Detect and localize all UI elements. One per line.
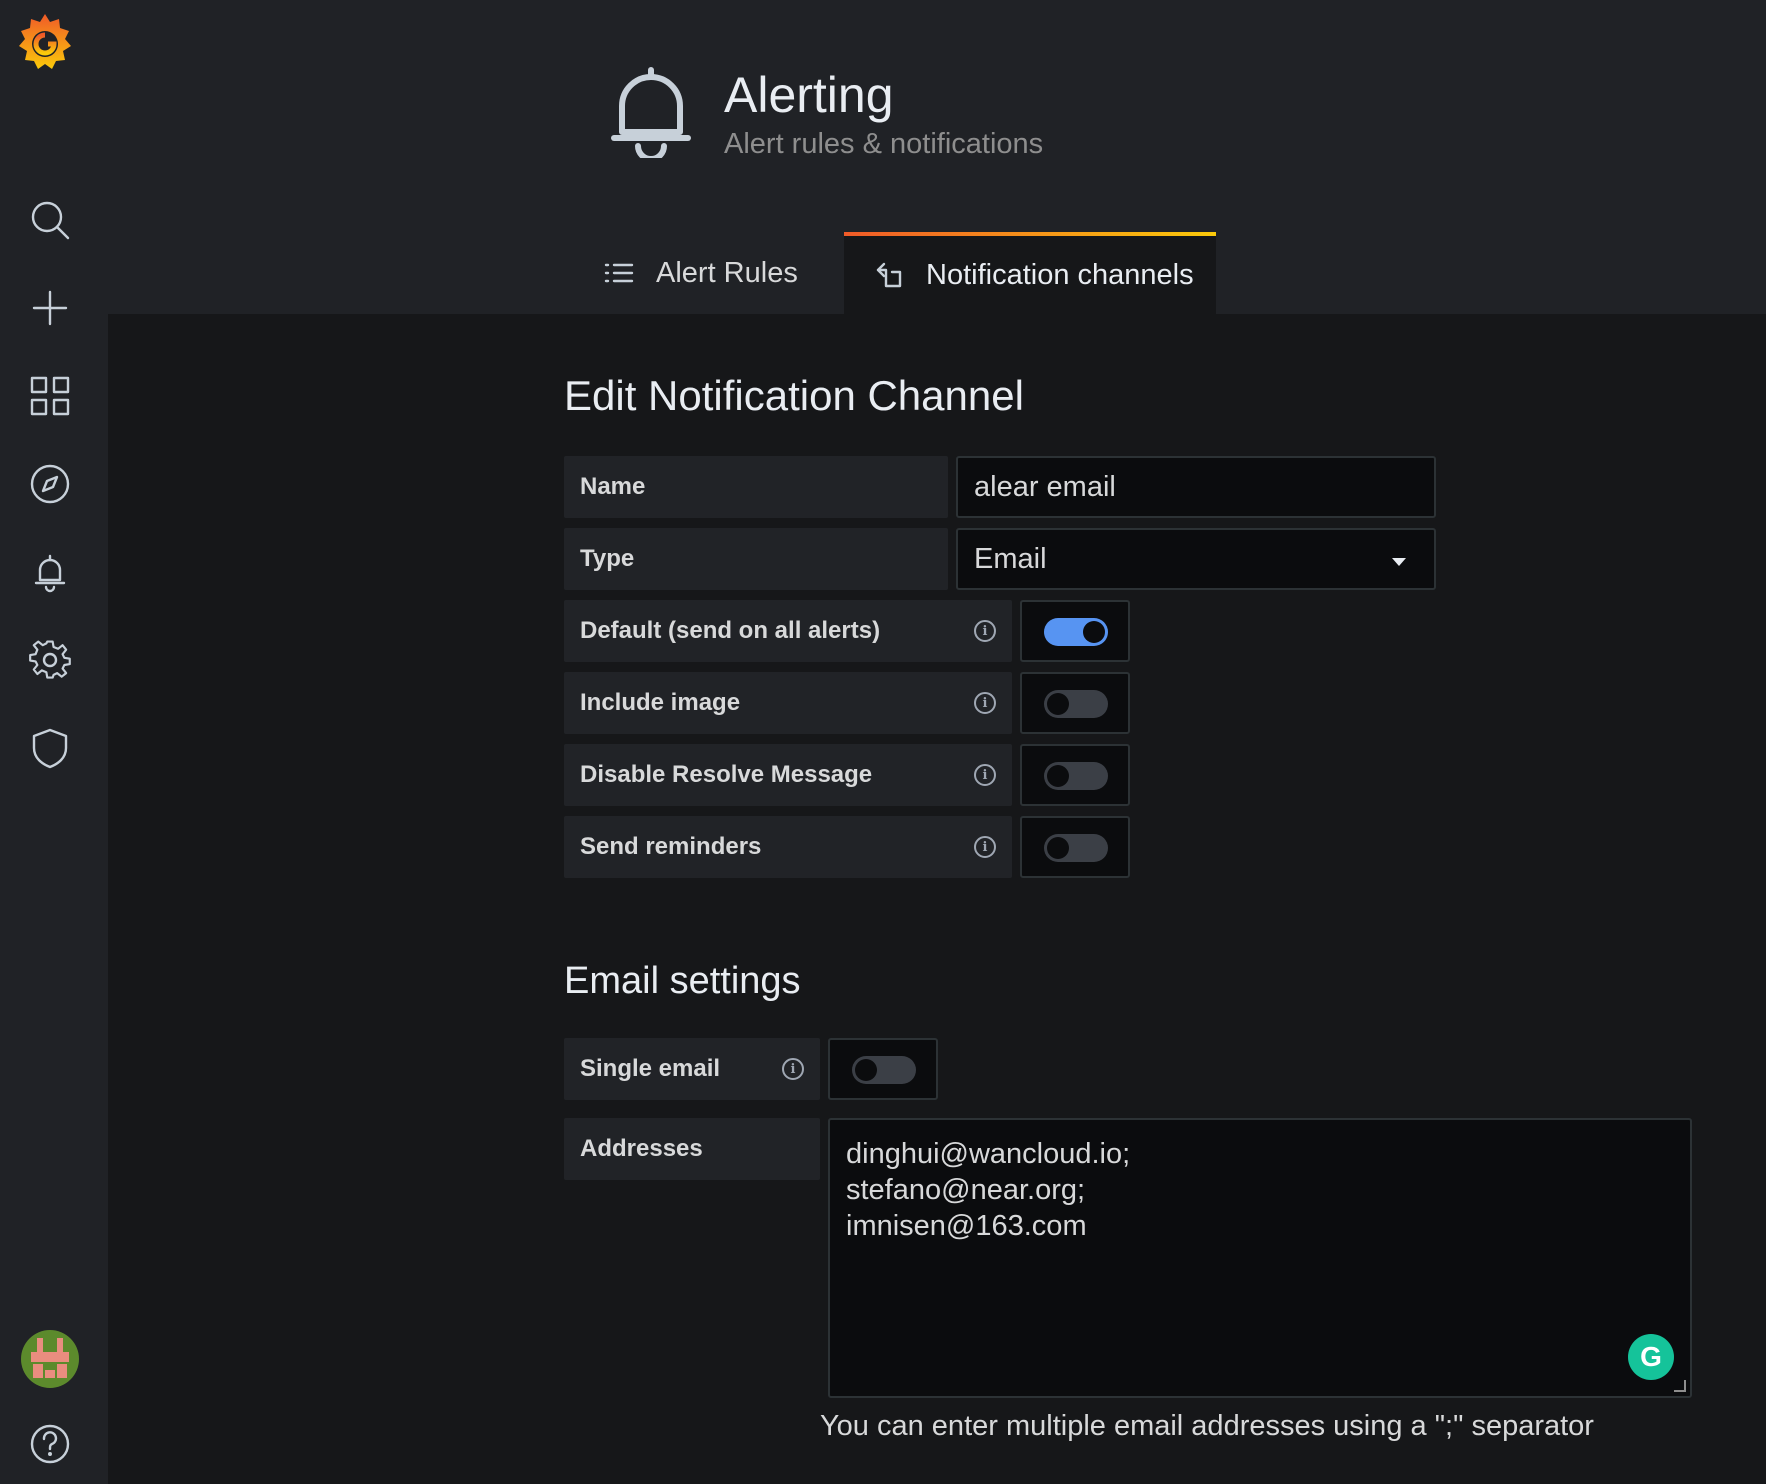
include-image-label: Include image i <box>564 672 1012 734</box>
bell-icon[interactable] <box>26 548 74 596</box>
plus-icon[interactable] <box>26 284 74 332</box>
gear-icon[interactable] <box>26 636 74 684</box>
grammarly-icon[interactable]: G <box>1628 1334 1674 1380</box>
page-title: Alerting <box>724 67 894 123</box>
default-toggle[interactable] <box>1020 600 1130 662</box>
list-icon <box>604 263 634 283</box>
type-select[interactable]: Email <box>956 528 1436 590</box>
tab-notification-channels[interactable]: Notification channels <box>844 232 1216 314</box>
tab-alert-rules[interactable]: Alert Rules <box>596 232 798 314</box>
page-header: Alerting Alert rules & notifications Ale… <box>108 0 1766 314</box>
default-label: Default (send on all alerts) i <box>564 600 1012 662</box>
avatar[interactable] <box>21 1330 79 1388</box>
email-settings-title: Email settings <box>564 960 801 1002</box>
info-icon[interactable]: i <box>974 764 996 786</box>
search-icon[interactable] <box>26 196 74 244</box>
form-title: Edit Notification Channel <box>564 372 1024 419</box>
toggle-label: Default (send on all alerts) <box>580 617 881 644</box>
info-icon[interactable]: i <box>782 1058 804 1080</box>
page-subtitle: Alert rules & notifications <box>724 128 1044 160</box>
caret-down-icon <box>1392 558 1406 566</box>
single-email-label: Single email i <box>564 1038 820 1100</box>
resize-handle[interactable] <box>1674 1380 1686 1392</box>
address-line: dinghui@wancloud.io; <box>846 1138 1131 1170</box>
toggle-label: Disable Resolve Message <box>580 761 873 788</box>
send-reminders-label: Send reminders i <box>564 816 1012 878</box>
disable-resolve-label: Disable Resolve Message i <box>564 744 1012 806</box>
single-email-toggle[interactable] <box>828 1038 938 1100</box>
address-line: stefano@near.org; <box>846 1174 1086 1206</box>
info-icon[interactable]: i <box>974 692 996 714</box>
info-icon[interactable]: i <box>974 836 996 858</box>
addresses-textarea[interactable]: dinghui@wancloud.io; stefano@near.org; i… <box>828 1118 1692 1398</box>
addresses-helper-text: You can enter multiple email addresses u… <box>820 1410 1594 1442</box>
toggle-label: Single email <box>580 1055 721 1082</box>
address-line: imnisen@163.com <box>846 1210 1087 1242</box>
name-input[interactable]: alear email <box>956 456 1436 518</box>
dashboards-icon[interactable] <box>26 372 74 420</box>
info-icon[interactable]: i <box>974 620 996 642</box>
name-label: Name <box>564 456 948 518</box>
send-reminders-toggle[interactable] <box>1020 816 1130 878</box>
type-label: Type <box>564 528 948 590</box>
toggle-label: Include image <box>580 689 741 716</box>
type-select-value: Email <box>974 542 1047 575</box>
tab-label: Alert Rules <box>656 256 798 289</box>
addresses-label: Addresses <box>564 1118 820 1180</box>
tab-label: Notification channels <box>926 258 1194 291</box>
alerting-bell-icon <box>608 66 694 162</box>
include-image-toggle[interactable] <box>1020 672 1130 734</box>
toggle-label: Send reminders <box>580 833 762 860</box>
grafana-logo-icon[interactable] <box>12 8 78 80</box>
disable-resolve-toggle[interactable] <box>1020 744 1130 806</box>
channel-share-icon <box>876 262 902 288</box>
explore-icon[interactable] <box>26 460 74 508</box>
shield-icon[interactable] <box>26 724 74 772</box>
sidebar <box>0 0 108 1484</box>
help-icon[interactable] <box>26 1420 74 1468</box>
